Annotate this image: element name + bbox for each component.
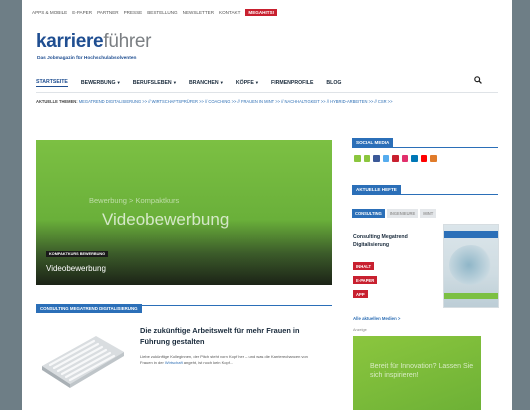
issues-line	[352, 194, 498, 195]
ad-label: Anzeige	[353, 328, 367, 332]
hero-category-badge[interactable]: KOMPAKTKURS BEWERBUNG	[46, 251, 109, 257]
nav-item-branchen[interactable]: BRANCHEN ▾	[189, 80, 223, 86]
nav-item-koepfe[interactable]: KÖPFE ▾	[236, 80, 258, 86]
tab-ingenieure[interactable]: INGENIEURE	[386, 209, 419, 218]
nav-item-label: KÖPFE	[235, 80, 254, 86]
search-icon[interactable]	[474, 76, 482, 86]
hero-big-title: Videobewerbung	[102, 210, 230, 229]
facebook-icon[interactable]	[373, 155, 380, 162]
twitter-icon[interactable]	[382, 155, 389, 162]
issues-heading: AKTUELLE HEFTE	[352, 185, 401, 194]
rss-icon[interactable]	[430, 155, 437, 162]
magazine-cover[interactable]	[443, 224, 499, 308]
social-icon[interactable]	[363, 155, 370, 162]
tab-consulting[interactable]: CONSULTING	[352, 209, 385, 218]
nav-item-label: BEWERBUNG	[80, 80, 116, 86]
nav-divider	[36, 92, 498, 93]
utility-bar: APPS & MOBILE E-PAPER PARTNER PRESSE BES…	[32, 7, 278, 17]
logo-part-karriere: karriere	[36, 31, 104, 52]
nav-item-startseite[interactable]: STARTSEITE	[36, 79, 68, 87]
magazine-title[interactable]: Consulting Megatrend Digitalisierung	[353, 234, 433, 249]
social-media-line	[352, 147, 498, 148]
nav-item-label: BRANCHEN	[188, 80, 219, 86]
issue-tabs: CONSULTING INGENIEURE MINT	[352, 209, 438, 218]
utility-link-kontakt[interactable]: KONTAKT	[219, 10, 240, 15]
article-excerpt: Liebe zukünftige Kolleginnen, der Pitch …	[140, 354, 320, 367]
instagram-icon[interactable]	[401, 155, 408, 162]
nav-item-label: BERUFSLEBEN	[132, 80, 172, 86]
social-icons	[354, 155, 440, 162]
article-excerpt-text: angeht, ist noch kein Kopf...	[182, 360, 234, 366]
utility-link-newsletter[interactable]: NEWSLETTER	[183, 10, 214, 15]
ad-banner[interactable]: Bereit für Innovation? Lassen Sie sich i…	[353, 336, 481, 410]
main-nav: STARTSEITE BEWERBUNG ▾ BERUFSLEBEN ▾ BRANC…	[36, 76, 496, 90]
linkedin-icon[interactable]	[411, 155, 418, 162]
social-icon[interactable]	[354, 155, 361, 162]
tab-mint[interactable]: MINT	[420, 209, 437, 218]
article-inline-link[interactable]: Wirtschaft	[165, 360, 183, 365]
nav-item-berufsleben[interactable]: BERUFSLEBEN ▾	[133, 80, 176, 86]
hero-breadcrumb: Bewerbung > Kompaktkurs	[89, 196, 180, 205]
page: APPS & MOBILE E-PAPER PARTNER PRESSE BES…	[22, 0, 512, 410]
nav-item-bewerbung[interactable]: BEWERBUNG ▾	[81, 80, 120, 86]
topics-label: AKTUELLE THEMEN:	[36, 99, 78, 104]
all-media-link[interactable]: Alle aktuellen Medien >	[353, 316, 400, 321]
site-logo[interactable]: karriereführer	[36, 32, 151, 51]
hero-title[interactable]: Videobewerbung	[46, 264, 106, 273]
article-title[interactable]: Die zukünftige Arbeitswelt für mehr Frau…	[140, 326, 320, 347]
current-topics-bar: AKTUELLE THEMEN: MEGATREND DIGITALISIERU…	[36, 99, 392, 104]
utility-link-epaper[interactable]: E-PAPER	[72, 10, 92, 15]
section-label[interactable]: CONSULTING MEGATREND DIGITALISIERUNG	[36, 304, 142, 313]
inhalt-button[interactable]: INHALT	[353, 262, 375, 270]
cover-illustration	[449, 245, 493, 285]
app-button[interactable]: APP	[353, 290, 368, 298]
cover-footer-band	[444, 293, 498, 299]
utility-link-presse[interactable]: PRESSE	[124, 10, 143, 15]
chevron-down-icon: ▾	[255, 80, 259, 85]
chevron-down-icon: ▾	[117, 80, 120, 85]
youtube-icon[interactable]	[420, 155, 427, 162]
chevron-down-icon: ▾	[220, 80, 223, 85]
cover-header-band	[444, 231, 498, 238]
keyboard-image[interactable]	[36, 322, 126, 394]
chevron-down-icon: ▾	[173, 80, 176, 85]
hero-teaser[interactable]: Bewerbung > Kompaktkurs Videobewerbung K…	[36, 140, 332, 285]
topics-links[interactable]: MEGATREND DIGITALISIERUNG >> // WIRTSCHA…	[79, 99, 393, 104]
site-tagline: Das Jobmagazin für Hochschulabsolventen	[37, 56, 137, 61]
epaper-button[interactable]: E-PAPER	[353, 276, 378, 284]
megahits-button[interactable]: MEGAHITS!	[245, 8, 278, 16]
nav-item-firmenprofile[interactable]: FIRMENPROFILE	[271, 80, 313, 86]
nav-item-blog[interactable]: BLOG	[326, 80, 341, 86]
social-icon[interactable]	[392, 155, 399, 162]
utility-link-partner[interactable]: PARTNER	[97, 10, 119, 15]
logo-part-fuehrer: führer	[103, 31, 152, 52]
social-media-heading: SOCIAL MEDIA	[352, 138, 394, 147]
utility-link-apps[interactable]: APPS & MOBILE	[32, 10, 67, 15]
utility-link-bestellung[interactable]: BESTELLUNG	[147, 10, 177, 15]
ad-text: Bereit für Innovation? Lassen Sie sich i…	[370, 363, 474, 380]
